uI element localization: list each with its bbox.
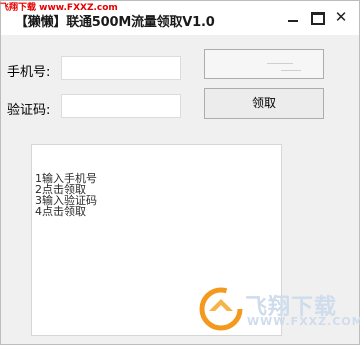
app-window: 【獭懒】联通500M流量领取V1.0 ✕ 手机号: 验证码: 领取 1输入手机号… (0, 0, 360, 345)
fxxz-logo-icon (199, 287, 243, 331)
watermark-logo-url: WWW.FXXZ.COM (247, 315, 360, 328)
captcha-noise (281, 70, 301, 71)
log-line: 4点击领取 (35, 205, 86, 218)
code-label: 验证码: (7, 103, 51, 118)
captcha-image[interactable] (204, 49, 324, 79)
phone-label: 手机号: (7, 65, 51, 80)
watermark-top: 飞翔下载 www.FXXZ.com (0, 3, 118, 13)
captcha-noise (267, 63, 293, 64)
close-icon[interactable]: ✕ (332, 8, 350, 26)
phone-input[interactable] (61, 56, 181, 80)
window-title: 【獭懒】联通500M流量领取V1.0 (15, 15, 215, 30)
code-input[interactable] (61, 94, 181, 118)
claim-button[interactable]: 领取 (204, 88, 324, 119)
minimize-icon[interactable] (284, 8, 302, 26)
maximize-icon[interactable] (308, 8, 326, 26)
